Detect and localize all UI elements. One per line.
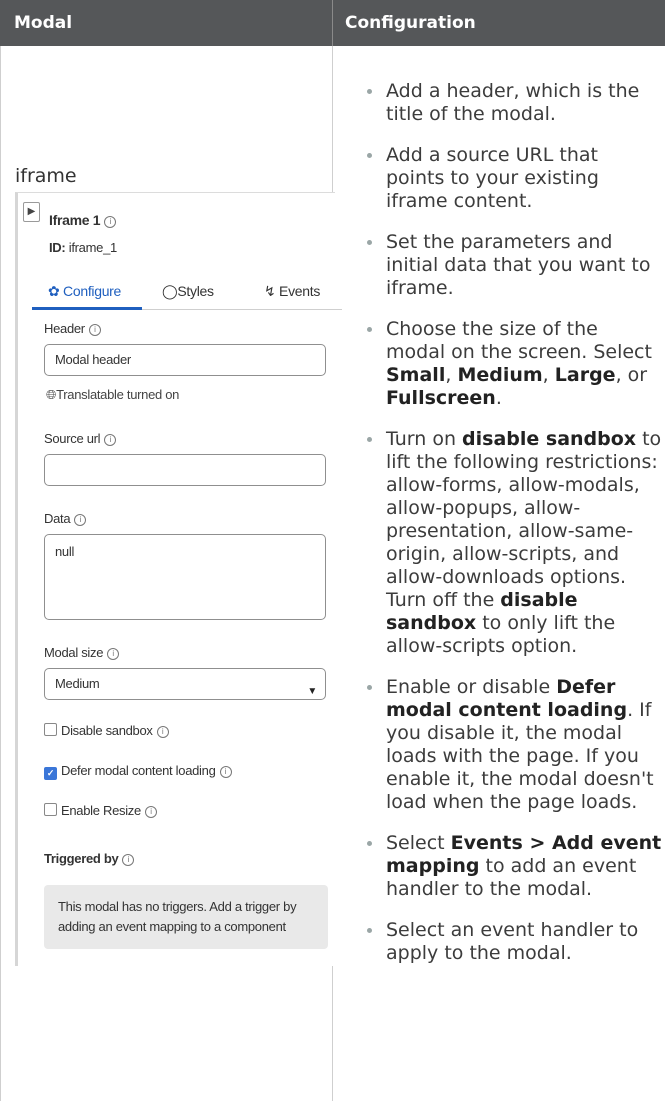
bold-term: Medium: [457, 364, 543, 386]
panel-title: Iframe 1i: [49, 212, 117, 228]
configuration-step: Set the parameters and initial data that…: [362, 231, 662, 300]
source-url-label: Source url i: [44, 431, 117, 446]
disable-sandbox-checkbox[interactable]: Disable sandbox i: [44, 723, 169, 738]
configuration-step: Select Events > Add event mapping to add…: [362, 832, 662, 901]
modal-size-label: Modal size i: [44, 645, 120, 660]
checkbox-checked-icon: ✓: [44, 767, 57, 780]
triggered-by-label: Triggered by i: [44, 851, 135, 866]
gear-icon: ✿: [48, 283, 60, 299]
translatable-note: 🌐︎Translatable turned on: [46, 387, 180, 402]
checkbox-unchecked-icon: [44, 723, 57, 736]
info-icon[interactable]: i: [122, 854, 135, 866]
defer-loading-checkbox[interactable]: ✓ Defer modal content loading i: [44, 763, 232, 780]
source-url-input[interactable]: [44, 454, 326, 486]
iframe-caption: iframe: [15, 165, 77, 187]
info-icon[interactable]: i: [156, 726, 169, 738]
bold-term: Events > Add event mapping: [386, 832, 662, 877]
data-textarea[interactable]: null: [44, 534, 326, 620]
tab-styles[interactable]: ◯Styles: [162, 283, 214, 300]
bold-term: disable sandbox: [462, 428, 637, 450]
configuration-step: Choose the size of the modal on the scre…: [362, 318, 662, 410]
table-left-border: [0, 46, 1, 1101]
header-input[interactable]: Modal header: [44, 344, 326, 376]
info-icon[interactable]: i: [88, 324, 101, 336]
lightning-icon: ↯: [264, 283, 276, 299]
info-icon[interactable]: i: [219, 766, 232, 778]
bold-term: Small: [386, 364, 446, 386]
tab-configure[interactable]: ✿ Configure: [48, 283, 121, 300]
info-icon[interactable]: i: [104, 434, 117, 446]
iframe-properties-panel: ▶ Iframe 1i ID: iframe_1 ✿ Configure ◯St…: [15, 192, 342, 966]
active-tab-indicator: [32, 307, 142, 310]
configuration-step: Turn on disable sandbox to lift the foll…: [362, 428, 662, 658]
dropdown-arrow-icon: ▼: [307, 686, 317, 697]
table-header-row: Modal Configuration: [0, 0, 665, 46]
bold-term: Large: [554, 364, 616, 386]
configuration-step: Add a source URL that points to your exi…: [362, 144, 662, 213]
header-label: Header i: [44, 321, 101, 336]
info-icon[interactable]: i: [104, 216, 117, 228]
bold-term: Defer modal content loading: [386, 676, 628, 721]
configuration-step: Add a header, which is the title of the …: [362, 80, 662, 126]
configuration-steps: Add a header, which is the title of the …: [362, 80, 662, 983]
column-header-modal: Modal: [0, 0, 333, 46]
expand-panel-icon[interactable]: ▶: [23, 202, 40, 222]
modal-size-select[interactable]: Medium ▼: [44, 668, 326, 700]
no-triggers-message: This modal has no triggers. Add a trigge…: [44, 885, 328, 949]
panel-id: ID: iframe_1: [49, 240, 117, 255]
palette-icon: ◯: [162, 283, 178, 299]
info-icon[interactable]: i: [144, 806, 157, 818]
configuration-step: Select an event handler to apply to the …: [362, 919, 662, 965]
column-header-configuration: Configuration: [345, 13, 476, 33]
enable-resize-checkbox[interactable]: Enable Resize i: [44, 803, 157, 818]
info-icon[interactable]: i: [74, 514, 87, 526]
info-icon[interactable]: i: [107, 648, 120, 660]
bold-term: Fullscreen: [386, 387, 496, 409]
globe-icon: 🌐︎: [46, 387, 57, 402]
data-label: Data i: [44, 511, 87, 526]
tab-events[interactable]: ↯ Events: [264, 283, 320, 300]
panel-tabs: ✿ Configure ◯Styles ↯ Events: [32, 281, 342, 310]
configuration-step: Enable or disable Defer modal content lo…: [362, 676, 662, 814]
checkbox-unchecked-icon: [44, 803, 57, 816]
bold-term: disable sandbox: [386, 589, 578, 634]
